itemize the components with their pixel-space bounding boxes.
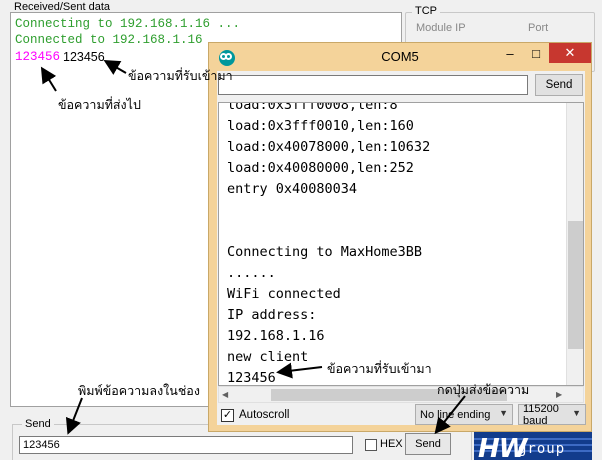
hex-label: HEX [380, 438, 403, 450]
output-line: new client [227, 349, 309, 365]
module-ip-label: Module IP [416, 22, 466, 34]
serial-send-button[interactable]: Send [535, 74, 583, 96]
title-bar[interactable]: COM5 – □ ✕ [209, 43, 591, 71]
send-button[interactable]: Send [405, 433, 451, 455]
hex-checkbox[interactable] [365, 439, 377, 451]
output-line: load:0x3fff0008,len:8 [227, 102, 398, 113]
output-line: load:0x40078000,len:10632 [227, 139, 431, 155]
send-group-title: Send [22, 418, 54, 430]
vertical-scroll-thumb[interactable] [568, 221, 583, 349]
hw-group-logo: HW group [474, 432, 592, 460]
vertical-scrollbar[interactable] [566, 103, 583, 385]
output-line: load:0x40080000,len:252 [227, 160, 414, 176]
line-ending-select[interactable]: No line ending ▼ [415, 404, 513, 425]
log-line-connecting: Connecting to 192.168.1.16 ... [15, 17, 241, 31]
baud-rate-select[interactable]: 115200 baud ▼ [518, 403, 586, 427]
output-line: IP address: [227, 307, 317, 323]
output-line: 123456 [227, 370, 276, 386]
output-line: Connecting to MaxHome3BB [227, 244, 423, 260]
sent-message-text: 123456 [15, 50, 61, 64]
output-line: load:0x3fff0010,len:160 [227, 118, 414, 134]
annotation-press-send: กดปุ่มส่งข้อความ [437, 382, 530, 397]
logo-subtext: group [518, 441, 566, 457]
chevron-down-icon: ▼ [499, 408, 508, 418]
line-ending-value: No line ending [420, 408, 491, 421]
received-message-text: 123456 [63, 50, 105, 64]
send-input[interactable] [19, 436, 353, 454]
annotation-sent: ข้อความที่ส่งไป [58, 97, 141, 112]
tcp-group-title: TCP [412, 5, 440, 17]
serial-output[interactable]: load:0x3fff0008,len:8 load:0x3fff0010,le… [218, 102, 584, 386]
serial-input[interactable] [218, 75, 528, 95]
output-line: entry 0x40080034 [227, 181, 358, 197]
log-line-connected: Connected to 192.168.1.16 [15, 33, 203, 47]
maximize-button[interactable]: □ [523, 43, 549, 63]
close-button[interactable]: ✕ [549, 43, 591, 63]
autoscroll-label: Autoscroll [239, 409, 290, 421]
output-line: ...... [227, 265, 276, 281]
port-label: Port [528, 22, 549, 34]
scroll-right-icon[interactable]: ▶ [556, 390, 562, 399]
scroll-left-icon[interactable]: ◀ [222, 390, 228, 399]
autoscroll-checkbox[interactable]: ✓ [221, 409, 234, 422]
annotation-received-com: ข้อความที่รับเข้ามา [327, 361, 432, 376]
output-line: WiFi connected [227, 286, 341, 302]
output-line: 192.168.1.16 [227, 328, 325, 344]
annotation-type-message: พิมพ์ข้อความลงในช่อง [78, 383, 200, 398]
chevron-down-icon: ▼ [572, 408, 581, 418]
annotation-received-top: ข้อความที่รับเข้ามา [128, 68, 233, 83]
minimize-button[interactable]: – [497, 43, 523, 63]
